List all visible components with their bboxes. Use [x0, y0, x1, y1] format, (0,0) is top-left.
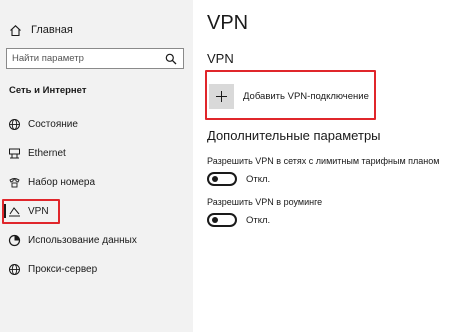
page-title: VPN — [207, 12, 249, 34]
search-input[interactable] — [7, 49, 157, 68]
sidebar-item-status[interactable]: Состояние — [0, 113, 193, 135]
metered-toggle-state: Откл. — [246, 173, 271, 185]
search-icon[interactable] — [165, 53, 177, 65]
main-content: VPN VPN Добавить VPN-подключение Дополни… — [193, 0, 474, 332]
roaming-toggle-row: Откл. — [207, 213, 270, 227]
globe-icon — [7, 117, 21, 131]
add-vpn-button[interactable]: Добавить VPN-подключение — [209, 84, 369, 109]
toggle-knob — [212, 176, 218, 182]
home-link[interactable]: Главная — [9, 22, 73, 38]
plus-icon — [209, 84, 234, 109]
metered-toggle[interactable] — [207, 172, 237, 186]
data-usage-icon — [7, 233, 21, 247]
search-box[interactable] — [6, 48, 184, 69]
advanced-settings-title: Дополнительные параметры — [207, 128, 381, 143]
home-label: Главная — [31, 24, 73, 36]
roaming-option-label: Разрешить VPN в роуминге — [207, 197, 323, 207]
sidebar-item-proxy[interactable]: Прокси-сервер — [0, 258, 193, 280]
roaming-toggle[interactable] — [207, 213, 237, 227]
metered-toggle-row: Откл. — [207, 172, 270, 186]
vpn-highlight-box — [2, 199, 60, 224]
vpn-section-title: VPN — [207, 51, 234, 66]
sidebar-item-label: Прокси-сервер — [28, 263, 98, 275]
sidebar-item-label: Ethernet — [28, 147, 66, 159]
add-vpn-label: Добавить VPN-подключение — [243, 91, 369, 102]
sidebar-item-data-usage[interactable]: Использование данных — [0, 229, 193, 251]
sidebar-section-title: Сеть и Интернет — [9, 85, 87, 96]
metered-option-label: Разрешить VPN в сетях с лимитным тарифны… — [207, 156, 440, 166]
sidebar-item-label: Набор номера — [28, 176, 96, 188]
home-icon — [10, 24, 21, 36]
sidebar-item-ethernet[interactable]: Ethernet — [0, 142, 193, 164]
sidebar-item-label: Использование данных — [28, 234, 137, 246]
toggle-knob — [212, 217, 218, 223]
roaming-toggle-state: Откл. — [246, 214, 271, 226]
sidebar-item-dialup[interactable]: Набор номера — [0, 171, 193, 193]
sidebar-item-label: Состояние — [28, 118, 78, 130]
globe-icon — [7, 262, 21, 276]
ethernet-icon — [7, 146, 21, 160]
sidebar: Главная Сеть и Интернет Состояние — [0, 0, 193, 332]
phone-icon — [7, 175, 21, 189]
